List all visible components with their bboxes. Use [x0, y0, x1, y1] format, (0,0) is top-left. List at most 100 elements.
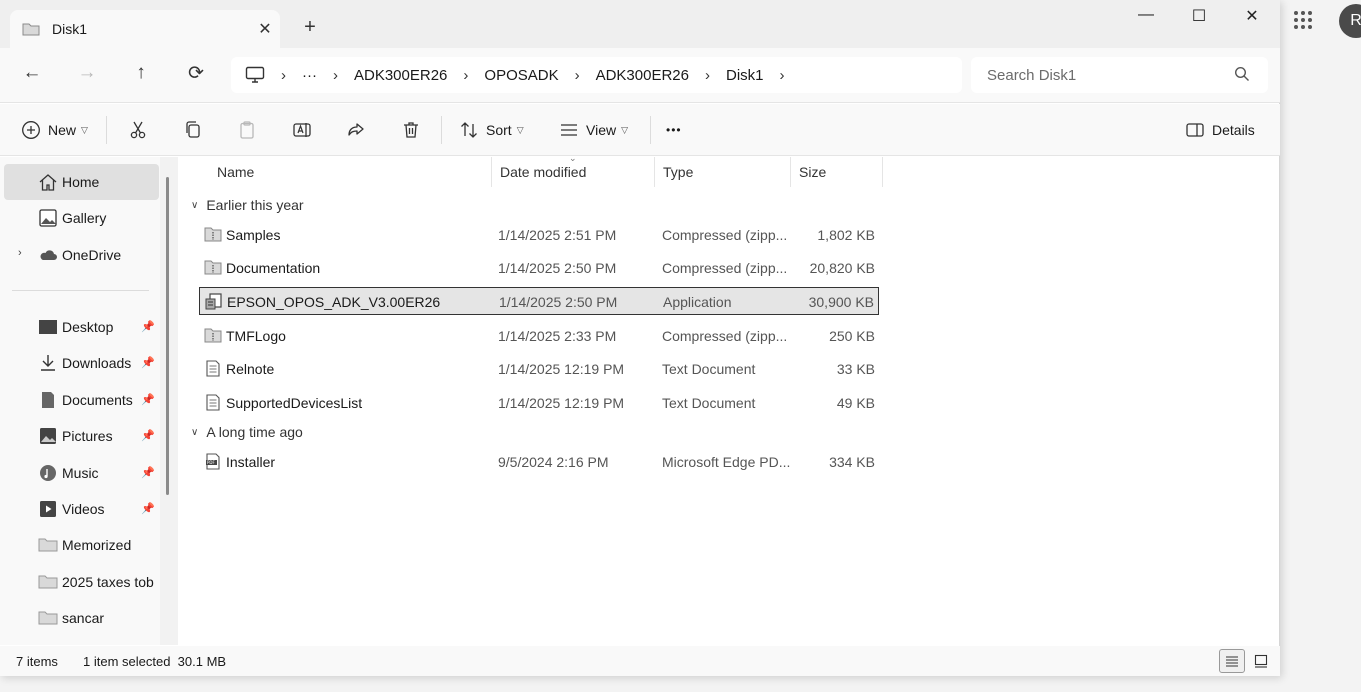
details-view-toggle[interactable]	[1219, 649, 1245, 673]
sidebar-item-label: Downloads	[62, 355, 132, 371]
sort-button[interactable]: Sort ▽	[458, 117, 524, 143]
sidebar-item-sancar[interactable]: sancar	[4, 600, 159, 636]
sidebar-item-onedrive[interactable]: › OneDrive	[4, 237, 159, 273]
maximize-button[interactable]: ☐	[1174, 6, 1224, 32]
back-button[interactable]: ←	[17, 62, 47, 88]
breadcrumb-item[interactable]: ADK300ER26	[596, 67, 689, 84]
breadcrumb-item[interactable]: ADK300ER26	[354, 67, 447, 84]
new-tab-button[interactable]: +	[298, 16, 322, 39]
tab-title: Disk1	[52, 21, 88, 37]
command-bar: New ▽ Sort ▽ View ▽ ••• Details	[0, 104, 1280, 156]
address-bar[interactable]: › ··· › ADK300ER26 › OPOSADK › ADK300ER2…	[231, 57, 962, 93]
group-label: A long time ago	[206, 424, 303, 440]
file-row[interactable]: PDF Installer 9/5/2024 2:16 PM Microsoft…	[199, 448, 879, 476]
rename-icon	[293, 123, 311, 137]
group-header[interactable]: ∨ A long time ago	[191, 421, 303, 443]
share-button[interactable]	[345, 117, 373, 143]
group-header[interactable]: ∨ Earlier this year	[191, 194, 304, 216]
forward-button[interactable]: →	[72, 62, 102, 88]
search-input[interactable]: Search Disk1	[971, 57, 1268, 93]
new-button[interactable]: New ▽	[20, 117, 88, 143]
sidebar-scrollbar-thumb[interactable]	[166, 177, 169, 495]
pdf-file-icon: PDF	[206, 453, 220, 470]
avatar[interactable]: R	[1339, 4, 1361, 38]
tab-close-icon[interactable]: ✕	[250, 19, 280, 39]
copy-button[interactable]	[182, 117, 210, 143]
sidebar-item-documents[interactable]: Documents 📌	[4, 382, 159, 418]
address-row: ← → ↑ ⟳ › ··· › ADK300ER26 › OPOSADK › A…	[0, 48, 1280, 103]
minimize-button[interactable]: —	[1121, 6, 1171, 32]
sidebar-item-pictures[interactable]: Pictures 📌	[4, 418, 159, 454]
file-date: 1/14/2025 12:19 PM	[498, 361, 625, 377]
text-file-icon	[206, 394, 220, 411]
chevron-down-icon: ▽	[621, 124, 629, 135]
sidebar-item-downloads[interactable]: Downloads 📌	[4, 345, 159, 381]
gallery-icon	[39, 209, 57, 227]
status-bar: 7 items 1 item selected 30.1 MB	[0, 646, 1280, 676]
file-size: 334 KB	[829, 454, 875, 470]
file-type: Compressed (zipp...	[662, 227, 788, 243]
column-header-size[interactable]: Size	[791, 157, 883, 187]
sort-label: Sort	[486, 122, 512, 138]
share-icon	[348, 123, 364, 136]
close-window-button[interactable]: ✕	[1227, 6, 1277, 32]
sidebar-item-label: 2025 taxes tob	[62, 574, 154, 590]
file-size: 49 KB	[836, 395, 875, 411]
refresh-button[interactable]: ⟳	[181, 62, 211, 88]
file-list: Name Date modified ⌄ Type Size ∨ Earlier…	[179, 153, 1279, 645]
file-row[interactable]: Relnote 1/14/2025 12:19 PM Text Document…	[199, 355, 879, 383]
sidebar-scrollbar-track[interactable]	[160, 157, 178, 645]
chevron-right-icon[interactable]: ›	[18, 247, 22, 259]
sidebar-item-label: Videos	[62, 501, 105, 517]
tiles-view-toggle[interactable]	[1248, 649, 1274, 673]
pictures-icon	[40, 428, 56, 444]
breadcrumb-overflow[interactable]: ···	[302, 67, 317, 84]
sidebar-item-gallery[interactable]: Gallery	[4, 200, 159, 236]
sidebar-item-label: Home	[62, 174, 100, 190]
rename-button[interactable]	[291, 117, 319, 143]
breadcrumb-item[interactable]: Disk1	[726, 67, 764, 84]
column-header-name[interactable]: Name	[209, 157, 492, 187]
view-button[interactable]: View ▽	[558, 117, 628, 143]
download-icon	[41, 355, 55, 371]
zip-folder-icon	[204, 328, 222, 343]
breadcrumb-item[interactable]: OPOSADK	[484, 67, 558, 84]
toolbar-divider	[650, 116, 651, 144]
chevron-down-icon: ∨	[191, 199, 199, 211]
file-row[interactable]: TMFLogo 1/14/2025 2:33 PM Compressed (zi…	[199, 322, 879, 350]
videos-icon	[40, 501, 56, 517]
file-name: Samples	[226, 227, 281, 243]
breadcrumb-separator[interactable]: ›	[463, 67, 468, 84]
view-label: View	[586, 122, 617, 138]
details-pane-button[interactable]: Details	[1184, 117, 1255, 143]
breadcrumb-separator[interactable]: ›	[780, 67, 785, 84]
file-row[interactable]: Documentation 1/14/2025 2:50 PM Compress…	[199, 254, 879, 282]
up-button[interactable]: ↑	[126, 62, 156, 88]
sidebar-item-videos[interactable]: Videos 📌	[4, 491, 159, 527]
sidebar-item-memorized[interactable]: Memorized	[4, 527, 159, 563]
tab-strip: Disk1 ✕ + — ☐ ✕	[0, 0, 1280, 48]
more-options-button[interactable]: •••	[666, 117, 682, 143]
new-label: New	[48, 122, 77, 138]
tab-disk1[interactable]: Disk1 ✕	[10, 10, 280, 48]
breadcrumb-separator[interactable]: ›	[575, 67, 580, 84]
file-row[interactable]: SupportedDevicesList 1/14/2025 12:19 PM …	[199, 389, 879, 417]
file-row-selected[interactable]: EPSON_OPOS_ADK_V3.00ER26 1/14/2025 2:50 …	[199, 287, 879, 315]
file-name: Documentation	[226, 260, 321, 276]
paste-button[interactable]	[236, 117, 264, 143]
delete-button[interactable]	[400, 117, 428, 143]
sidebar-item-home[interactable]: Home	[4, 164, 159, 200]
sidebar-item-desktop[interactable]: Desktop 📌	[4, 309, 159, 345]
column-header-label: Date modified	[500, 164, 587, 180]
folder-icon	[38, 575, 58, 589]
cut-button[interactable]	[127, 117, 155, 143]
column-header-label: Name	[217, 164, 255, 180]
column-header-type[interactable]: Type	[655, 157, 791, 187]
file-row[interactable]: Samples 1/14/2025 2:51 PM Compressed (zi…	[199, 221, 879, 249]
apps-grid-icon[interactable]	[1293, 10, 1313, 30]
breadcrumb-separator[interactable]: ›	[705, 67, 710, 84]
sidebar-item-2025-taxes-tob[interactable]: 2025 taxes tob	[4, 564, 159, 600]
sidebar-item-music[interactable]: Music 📌	[4, 455, 159, 491]
folder-icon	[22, 23, 40, 36]
file-type: Compressed (zipp...	[662, 260, 788, 276]
